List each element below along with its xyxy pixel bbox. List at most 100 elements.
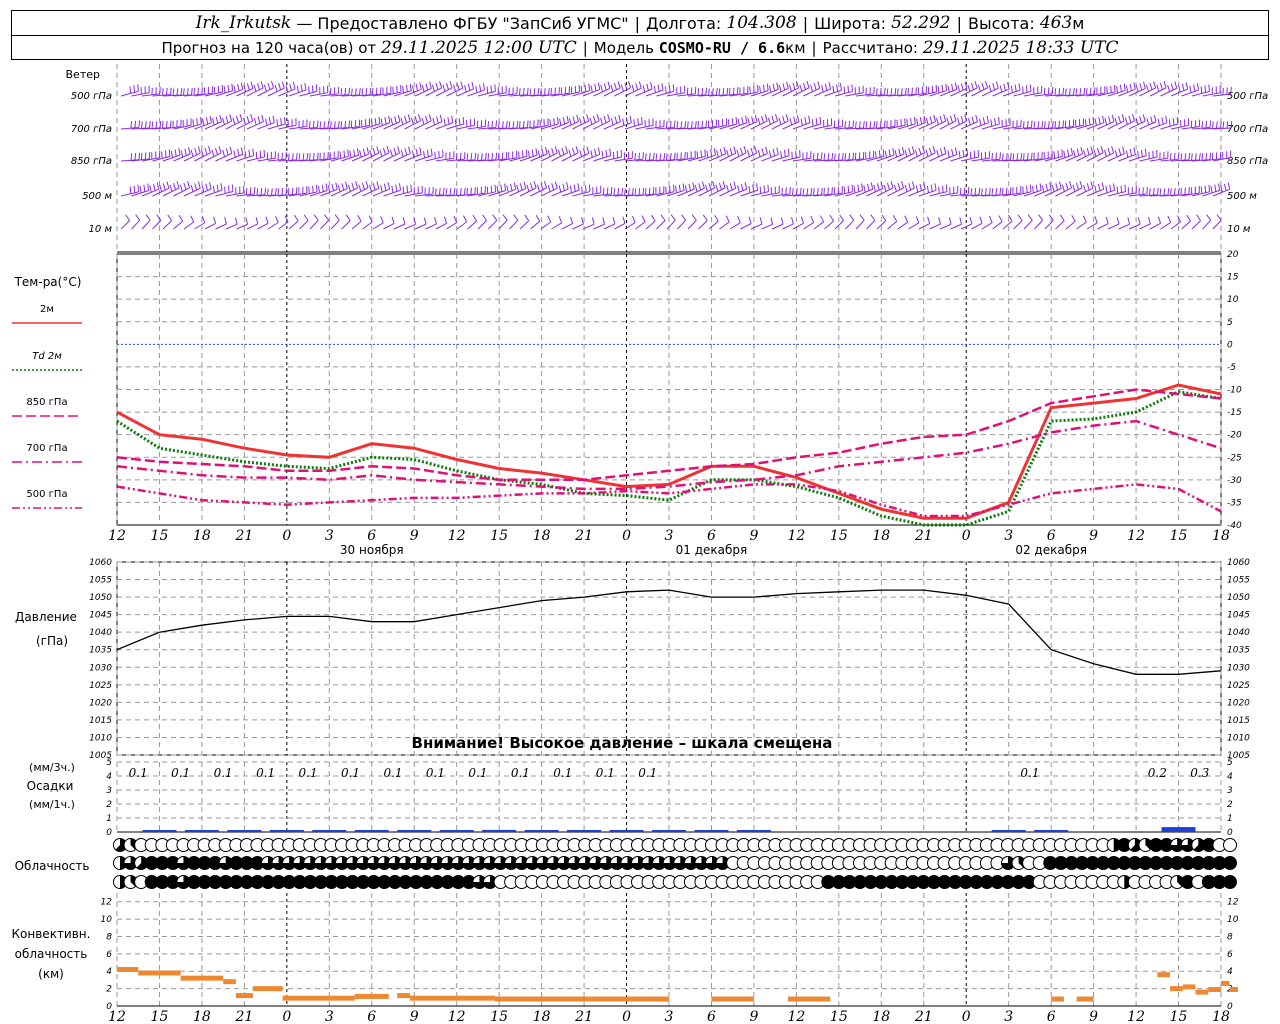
wind-barb-feather <box>345 181 348 189</box>
wind-barb-feather <box>665 121 668 129</box>
wind-barb-feather <box>625 117 629 125</box>
cloud-symbol-fill <box>1223 856 1237 870</box>
wind-barb-shaft <box>950 223 962 230</box>
wind-barb-feather <box>1093 149 1097 157</box>
wind-barb-shaft <box>414 223 427 230</box>
wind-barb-feather <box>1125 150 1129 158</box>
precip-bar <box>652 830 686 832</box>
wind-barb-feather <box>684 120 687 129</box>
wind-barb-shaft <box>677 219 687 230</box>
wind-barb-feather <box>470 153 473 161</box>
conv-cloud-bar <box>117 966 139 972</box>
wind-barb-shaft <box>120 191 139 197</box>
wind-barb-feather <box>911 146 915 154</box>
wind-barb-feather <box>496 185 499 194</box>
wind-barb-feather <box>958 151 961 159</box>
precip-bar <box>567 830 602 832</box>
pressure-ytick-right: 1035 <box>1227 646 1250 656</box>
wind-barb-feather <box>224 186 226 194</box>
wind-barb-feather <box>926 185 929 193</box>
temp-hour-label: 12 <box>448 528 466 544</box>
wind-barb-feather <box>526 120 529 128</box>
wind-barb-feather <box>876 183 880 191</box>
wind-barb-feather <box>491 152 494 161</box>
wind-barb-feather <box>1051 120 1054 129</box>
wind-barb-shaft <box>215 223 227 230</box>
conv-cloud-bar <box>282 995 355 1001</box>
wind-barb-feather <box>614 116 618 124</box>
wind-barb-feather <box>802 82 806 90</box>
wind-barb-feather <box>1205 120 1208 128</box>
wind-barb-feather <box>518 151 520 159</box>
wind-barb-feather <box>1076 148 1080 156</box>
conv-hour-label: 3 <box>1004 1009 1013 1024</box>
pressure-ytick-right: 1050 <box>1227 593 1250 603</box>
wind-barb-feather <box>426 149 429 157</box>
temp-ytick: -35 <box>1227 498 1242 508</box>
wind-barb-feather <box>516 120 519 129</box>
conv-hour-label: 18 <box>533 1009 551 1024</box>
precip-bar <box>269 830 304 832</box>
wind-barb-feather <box>653 85 656 93</box>
wind-barb-feather <box>125 214 131 221</box>
wind-barb-feather <box>547 87 550 95</box>
wind-barb-shaft <box>866 220 876 230</box>
wind-barb-feather <box>285 187 288 195</box>
wind-barb-feather <box>1137 151 1140 159</box>
wind-barb-feather <box>417 113 422 121</box>
conv-ytick-left: 10 <box>101 915 113 925</box>
wind-barb-shaft <box>467 220 477 230</box>
wind-barb-feather <box>634 153 636 161</box>
wind-barb-feather <box>1063 150 1066 158</box>
wind-barb-feather <box>155 121 158 129</box>
wind-barb-feather <box>543 88 546 96</box>
wind-barb-shaft <box>782 223 794 230</box>
wind-barb-feather <box>765 146 768 154</box>
wind-barb-feather <box>482 214 488 221</box>
wind-barb-feather <box>1157 216 1162 224</box>
temp-hour-label: 15 <box>1170 528 1188 544</box>
wind-barb-feather <box>467 83 471 91</box>
wind-barb-shaft <box>750 223 763 230</box>
wind-barb-feather <box>1119 84 1122 92</box>
wind-barb-feather <box>311 85 314 93</box>
wind-barb-feather <box>988 188 991 196</box>
wind-barb-feather <box>463 152 466 160</box>
wind-barb-feather <box>337 120 340 129</box>
wind-barb-feather <box>1094 185 1097 193</box>
wind-barb-feather <box>594 83 597 91</box>
wind-barb-feather <box>445 188 448 196</box>
wind-barb-feather <box>471 82 475 90</box>
wind-barb-feather <box>397 114 401 122</box>
wind-barb-feather <box>464 85 467 93</box>
wind-barb-feather <box>967 118 971 126</box>
wind-barb-feather <box>660 214 666 221</box>
wind-barb-feather <box>970 188 973 196</box>
temp-ytick: 0 <box>1227 340 1233 350</box>
wind-barb-feather <box>873 184 877 192</box>
wind-barb-feather <box>298 153 301 161</box>
wind-barb-feather <box>815 118 818 126</box>
wind-barb-feather <box>1198 153 1201 161</box>
wind-barb-shaft <box>257 222 269 230</box>
wind-barb-shaft <box>645 220 656 230</box>
wind-barb-feather <box>281 188 284 196</box>
temp-ytick: 15 <box>1227 273 1239 283</box>
wind-barb-feather <box>985 81 989 89</box>
wind-barb-feather <box>746 149 750 157</box>
wind-barb-shaft <box>393 223 406 230</box>
conv-hour-label: 9 <box>1089 1009 1098 1024</box>
precip-amount: 0.1 <box>171 766 190 780</box>
wind-barb-feather <box>967 84 971 92</box>
wind-barb-feather <box>702 214 708 222</box>
wind-barb-feather <box>1010 85 1013 93</box>
wind-barb-feather <box>1103 149 1107 157</box>
wind-barb-feather <box>365 88 368 96</box>
wind-barb-feather <box>1079 181 1083 189</box>
wind-barb-feather <box>949 115 953 123</box>
pressure-ytick-left: 1045 <box>89 611 112 621</box>
wind-barb-feather <box>415 83 419 91</box>
wind-level-left: 500 гПа <box>71 91 112 102</box>
wind-barb-feather <box>566 182 569 190</box>
wind-barb-feather <box>390 118 394 126</box>
